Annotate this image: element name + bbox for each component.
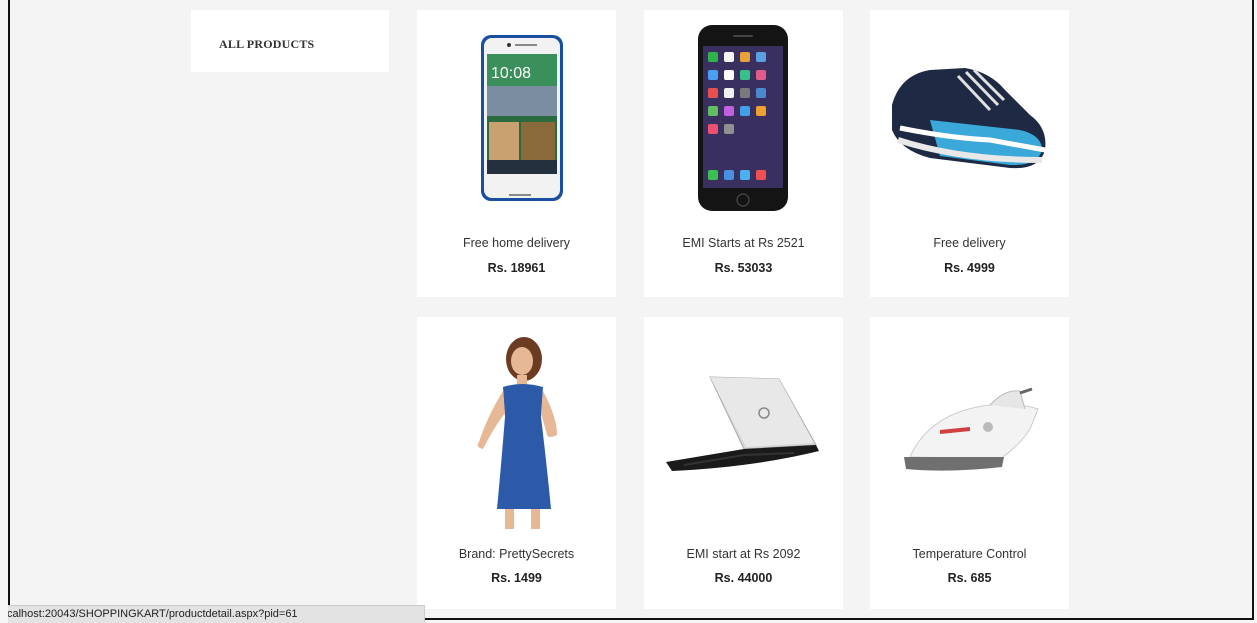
product-card[interactable]: EMI Starts at Rs 2521 Rs. 53033: [644, 10, 843, 297]
sidebar: ALL PRODUCTS: [191, 10, 389, 72]
product-card[interactable]: Free delivery Rs. 4999: [870, 10, 1069, 297]
product-description: Free delivery: [933, 236, 1006, 250]
browser-status-bar: calhost:20043/SHOPPINGKART/productdetail…: [8, 605, 425, 623]
product-price: Rs. 1499: [491, 571, 542, 585]
product-description: Temperature Control: [912, 547, 1027, 561]
product-image[interactable]: [870, 317, 1069, 537]
product-description: EMI Starts at Rs 2521: [682, 236, 805, 250]
all-products-link[interactable]: ALL PRODUCTS: [219, 37, 314, 52]
product-card[interactable]: 10:08 Free home delivery Rs. 18961: [417, 10, 616, 297]
product-price: Rs. 685: [947, 571, 992, 585]
svg-text:10:08: 10:08: [491, 65, 531, 82]
product-card[interactable]: Temperature Control Rs. 685: [870, 317, 1069, 609]
product-image[interactable]: [644, 10, 843, 230]
product-image[interactable]: [417, 317, 616, 537]
product-image[interactable]: 10:08: [417, 10, 616, 230]
product-price: Rs. 44000: [714, 571, 773, 585]
product-description: EMI start at Rs 2092: [686, 547, 801, 561]
product-description: Brand: PrettySecrets: [458, 547, 575, 561]
product-price: Rs. 53033: [714, 261, 773, 275]
product-price: Rs. 4999: [944, 261, 995, 275]
product-card[interactable]: Brand: PrettySecrets Rs. 1499: [417, 317, 616, 609]
product-price: Rs. 18961: [487, 261, 546, 275]
product-image[interactable]: [870, 10, 1069, 230]
product-card[interactable]: EMI start at Rs 2092 Rs. 44000: [644, 317, 843, 609]
product-image[interactable]: [644, 317, 843, 537]
product-description: Free home delivery: [463, 236, 570, 250]
